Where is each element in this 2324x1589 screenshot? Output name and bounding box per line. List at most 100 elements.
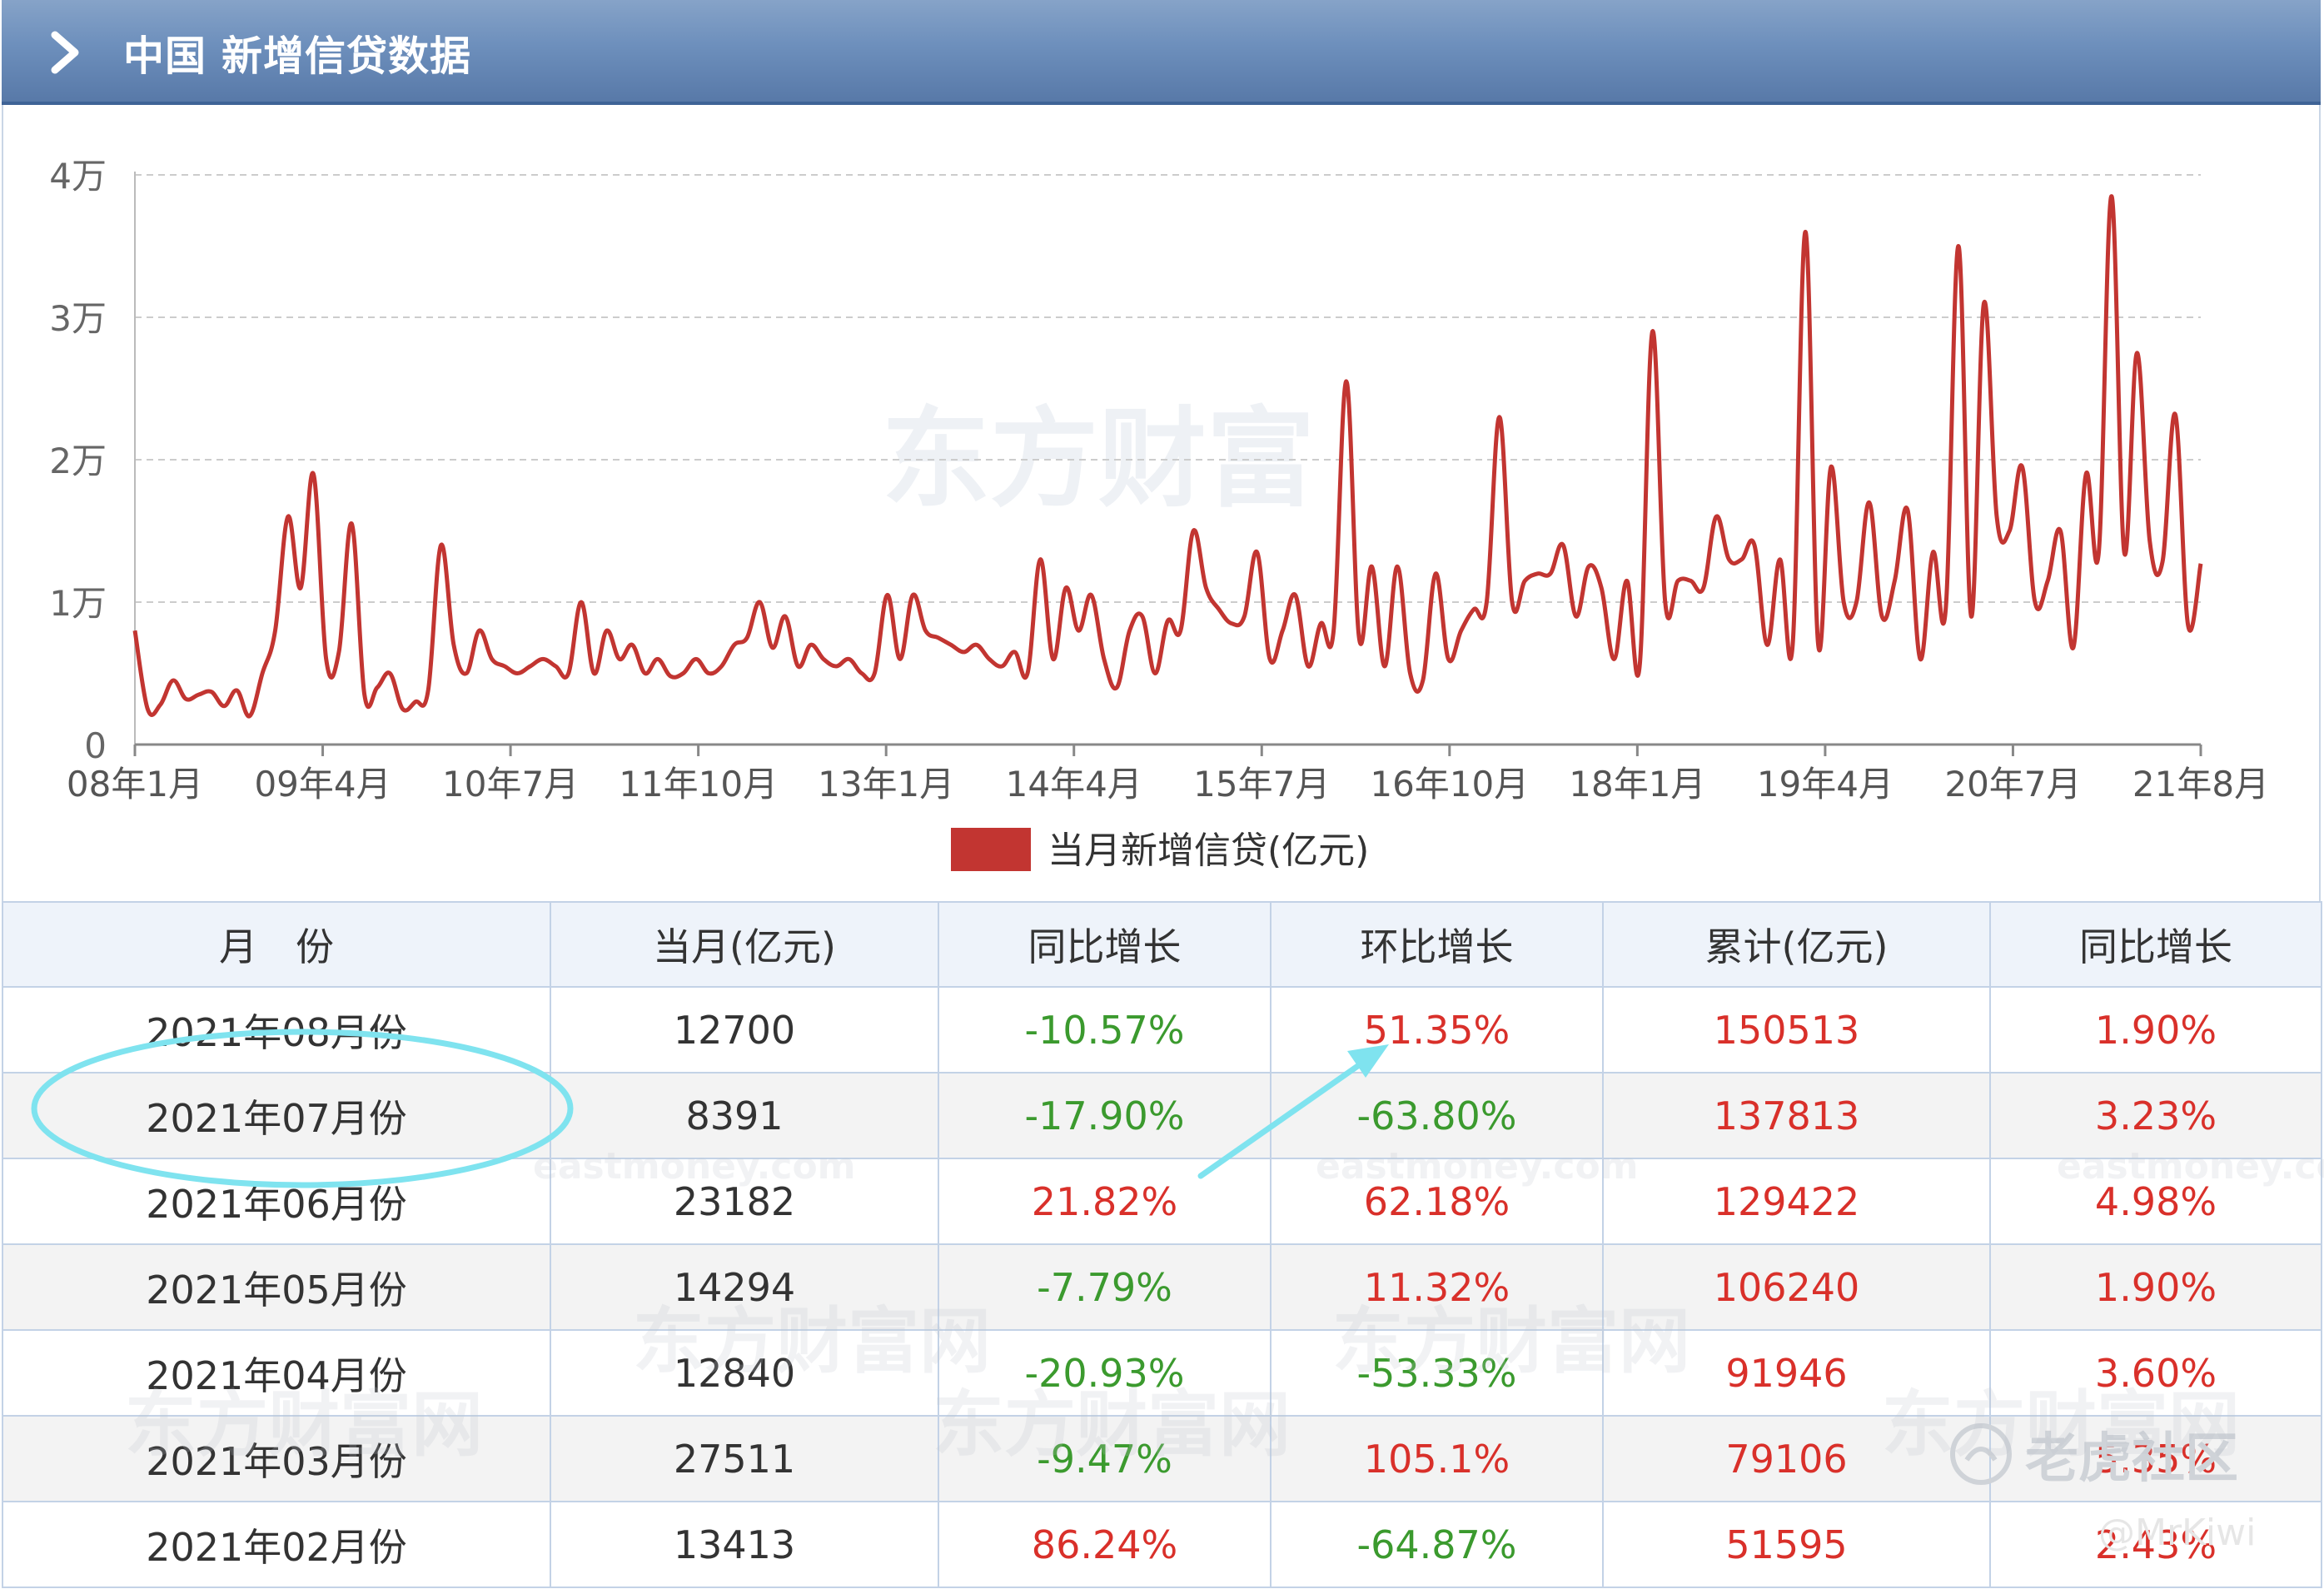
data-point bbox=[2173, 413, 2177, 416]
chart-grid bbox=[135, 174, 2201, 603]
cell-month: 2021年03月份 bbox=[2, 1415, 551, 1502]
x-tick-label: 13年1月 bbox=[818, 764, 954, 804]
cell-mom: -64.87% bbox=[1270, 1501, 1604, 1588]
line-chart: 0 1万 2万 3万 4万 08年1月 09年4月 10年7月 11年10月 13年1月 14年4月… bbox=[49, 156, 2269, 872]
data-point bbox=[1664, 600, 1667, 604]
data-point bbox=[401, 707, 405, 710]
data-point bbox=[146, 707, 149, 710]
data-point bbox=[860, 672, 863, 675]
data-point bbox=[1242, 615, 1246, 618]
data-point bbox=[2033, 600, 2037, 604]
x-tick-label: 15年7月 bbox=[1193, 764, 1330, 804]
author-handle: @MrKiwi bbox=[2098, 1512, 2257, 1554]
cell-cumulative-yoy: 4.98% bbox=[1989, 1158, 2322, 1245]
data-point bbox=[1077, 629, 1080, 632]
data-point bbox=[210, 690, 213, 694]
data-point bbox=[2008, 530, 2011, 533]
data-point bbox=[1995, 515, 1998, 518]
col-header-cumulative-yoy[interactable]: 同比增长 bbox=[1989, 901, 2322, 988]
data-point bbox=[2084, 472, 2088, 476]
table-body: 2021年08月份 12700 -10.57% 51.35% 150513 1.90% 20… bbox=[2, 986, 2322, 1588]
x-tick-label: 08年1月 bbox=[67, 764, 203, 804]
data-point bbox=[809, 643, 813, 646]
data-point bbox=[1944, 608, 1948, 611]
cell-yoy: 86.24% bbox=[938, 1501, 1271, 1588]
data-point bbox=[1842, 600, 1845, 604]
cell-yoy: -20.93% bbox=[938, 1329, 1271, 1417]
data-point bbox=[261, 672, 264, 675]
data-point bbox=[1613, 657, 1616, 660]
cell-monthly: 13413 bbox=[550, 1501, 939, 1588]
data-point bbox=[2187, 624, 2190, 627]
data-point bbox=[133, 629, 137, 632]
data-point bbox=[758, 600, 761, 604]
data-point bbox=[567, 672, 570, 675]
table-row[interactable]: 2021年05月份 14294 -7.79% 11.32% 106240 1.90% bbox=[2, 1243, 2322, 1331]
table-row[interactable]: 2021年02月份 13413 86.24% -64.87% 51595 2.43% bbox=[2, 1501, 2322, 1588]
cell-yoy: -17.90% bbox=[938, 1072, 1271, 1159]
table-row[interactable]: 2021年08月份 12700 -10.57% 51.35% 150513 1.90% bbox=[2, 986, 2322, 1073]
col-header-month[interactable]: 月 份 bbox=[2, 901, 551, 988]
data-point bbox=[1192, 530, 1195, 533]
data-point bbox=[1421, 679, 1425, 682]
data-point bbox=[1587, 565, 1590, 568]
data-point bbox=[1141, 615, 1144, 618]
data-point bbox=[1052, 657, 1055, 660]
data-point bbox=[440, 544, 443, 547]
data-point bbox=[414, 700, 417, 704]
x-tick-label: 11年10月 bbox=[619, 764, 778, 804]
col-header-monthly[interactable]: 当月(亿元) bbox=[550, 901, 939, 988]
cell-monthly: 23182 bbox=[550, 1158, 939, 1245]
cell-monthly: 12700 bbox=[550, 986, 939, 1073]
col-header-cumulative[interactable]: 累计(亿元) bbox=[1602, 901, 1991, 988]
data-point bbox=[949, 643, 953, 646]
data-point bbox=[299, 586, 302, 590]
table-row[interactable]: 2021年04月份 12840 -20.93% -53.33% 91946 3.60% bbox=[2, 1329, 2322, 1417]
data-point bbox=[1906, 508, 1909, 511]
table-row[interactable]: 2021年06月份 23182 21.82% 62.18% 129422 4.98% bbox=[2, 1158, 2322, 1245]
x-tick-label: 16年10月 bbox=[1370, 764, 1529, 804]
legend-swatch[interactable] bbox=[951, 828, 1031, 871]
data-point bbox=[1868, 501, 1871, 504]
cell-cumulative: 51595 bbox=[1602, 1501, 1991, 1588]
data-point bbox=[1306, 665, 1310, 668]
cell-cumulative: 106240 bbox=[1602, 1243, 1991, 1331]
cell-cumulative-yoy: 3.60% bbox=[1989, 1329, 2322, 1417]
data-point bbox=[1460, 629, 1463, 632]
col-header-yoy[interactable]: 同比增长 bbox=[938, 901, 1271, 988]
col-header-mom[interactable]: 环比增长 bbox=[1270, 901, 1604, 988]
data-point bbox=[1064, 586, 1067, 590]
data-point bbox=[363, 693, 366, 696]
data-point bbox=[1281, 629, 1284, 632]
data-point bbox=[1383, 665, 1386, 668]
data-point bbox=[184, 697, 187, 700]
series-line-new-credit bbox=[132, 194, 2203, 719]
data-point bbox=[1510, 600, 1514, 604]
data-point bbox=[1026, 672, 1029, 675]
tiger-logo-icon bbox=[1950, 1423, 2012, 1485]
data-point bbox=[376, 686, 379, 690]
data-point bbox=[350, 522, 353, 526]
chevron-right-icon[interactable] bbox=[47, 30, 85, 75]
data-point bbox=[1791, 643, 1794, 646]
data-point bbox=[1651, 330, 1655, 333]
legend-label[interactable]: 当月新增信贷(亿元) bbox=[1048, 829, 1369, 872]
y-tick-label: 4万 bbox=[49, 156, 107, 197]
table-row[interactable]: 2021年07月份 8391 -17.90% -63.80% 137813 3.23% bbox=[2, 1072, 2322, 1159]
data-point bbox=[2072, 646, 2075, 650]
cell-cumulative: 79106 bbox=[1602, 1415, 1991, 1502]
data-point bbox=[554, 665, 557, 668]
data-point bbox=[1765, 643, 1769, 646]
data-point bbox=[1523, 579, 1526, 582]
data-point bbox=[1969, 615, 1973, 618]
data-point bbox=[1702, 586, 1705, 590]
panel-title: 中国 新增信贷数据 bbox=[123, 32, 472, 80]
data-point bbox=[2135, 351, 2138, 355]
data-point bbox=[1446, 657, 1450, 660]
cell-mom: -63.80% bbox=[1270, 1072, 1604, 1159]
data-point bbox=[325, 657, 328, 660]
data-point bbox=[975, 643, 978, 646]
data-point bbox=[1167, 619, 1170, 622]
data-point bbox=[618, 657, 621, 660]
chart-legend[interactable]: 当月新增信贷(亿元) bbox=[951, 828, 1369, 872]
